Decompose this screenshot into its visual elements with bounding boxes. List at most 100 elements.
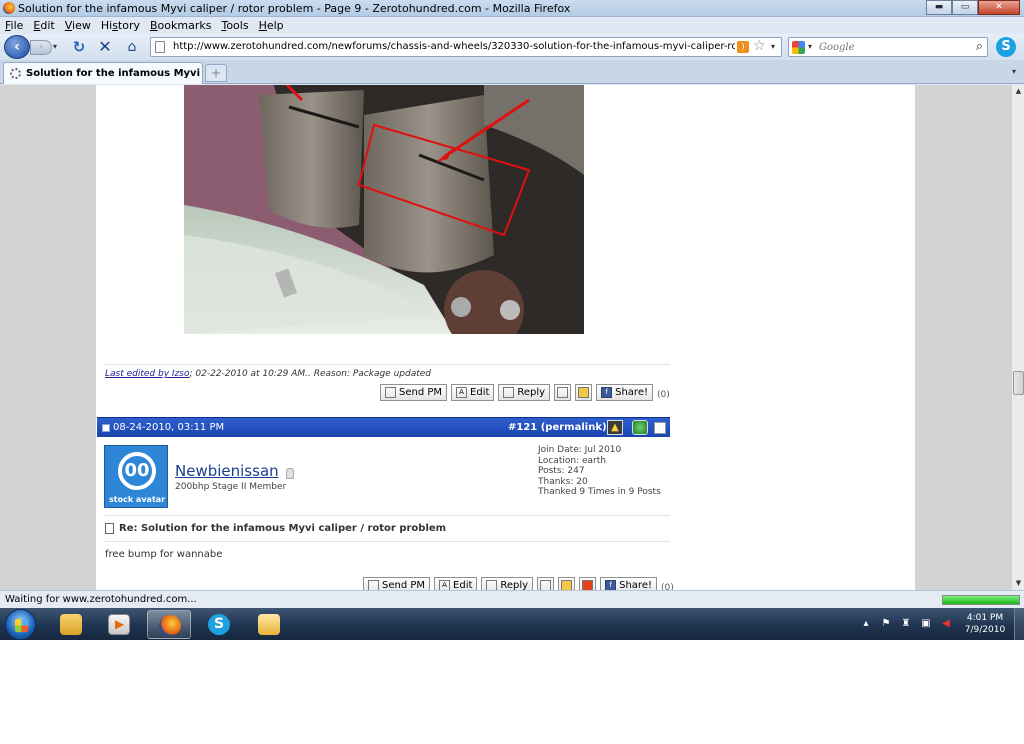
edit-icon: A xyxy=(439,580,451,590)
menu-file[interactable]: File xyxy=(5,17,23,34)
username-link[interactable]: Newbienissan xyxy=(175,462,279,480)
mail-icon xyxy=(258,614,280,635)
clock-date: 7/9/2010 xyxy=(964,625,1006,635)
back-button[interactable]: ‹ xyxy=(4,35,30,59)
scroll-up-icon[interactable]: ▲ xyxy=(1012,85,1024,98)
join-date: Join Date: Jul 2010 xyxy=(538,445,622,455)
quick-edit-button[interactable] xyxy=(558,577,576,590)
avatar[interactable]: 00 stock avatar xyxy=(104,445,168,508)
menu-view[interactable]: View xyxy=(65,17,91,34)
brake-pad-photo xyxy=(184,85,584,334)
report-post-icon[interactable]: ▲ xyxy=(607,420,623,435)
report-button[interactable] xyxy=(579,577,597,590)
menu-bar: File Edit View History Bookmarks Tools H… xyxy=(0,17,1024,34)
post-title-text: Re: Solution for the infamous Myvi calip… xyxy=(119,523,447,534)
permalink-link[interactable]: #121 (permalink) xyxy=(508,422,607,433)
prev-post-action-bar: Send PM A Edit Reply f Share! (0) xyxy=(380,384,670,401)
avatar-caption: stock avatar xyxy=(109,495,166,504)
skype-taskbar-button[interactable]: S xyxy=(197,610,241,639)
clock[interactable]: 4:01 PM 7/9/2010 xyxy=(955,612,1015,636)
search-input[interactable] xyxy=(819,40,969,54)
tab-active[interactable]: Solution for the infamous Myvi calipe... xyxy=(3,62,203,84)
thanked-count: Thanked 9 Times in 9 Posts xyxy=(538,487,661,497)
home-icon[interactable]: ⌂ xyxy=(123,38,141,56)
url-dropdown-icon[interactable]: ▾ xyxy=(771,42,775,51)
last-edited-text: ; 02-22-2010 at 10:29 AM.. Reason: Packa… xyxy=(189,369,431,379)
location: Location: earth xyxy=(538,455,606,466)
user-title: 200bhp Stage II Member xyxy=(175,482,287,492)
bookmark-star-icon[interactable]: ☆ xyxy=(753,38,766,54)
quick-edit-button[interactable] xyxy=(575,384,593,401)
page-viewport: Last edited by Izso; 02-22-2010 at 10:29… xyxy=(0,85,1011,590)
history-dropdown-icon[interactable]: ▾ xyxy=(53,42,57,51)
progress-fill xyxy=(943,596,1019,604)
reply-button[interactable]: Reply xyxy=(481,577,534,590)
user-reputation-icon[interactable] xyxy=(632,420,648,435)
share-button[interactable]: f Share! xyxy=(600,577,657,590)
share-count: (0) xyxy=(656,390,670,400)
scroll-down-icon[interactable]: ▼ xyxy=(1012,577,1024,590)
antivirus-icon[interactable]: ♜ xyxy=(900,618,912,630)
menu-history[interactable]: History xyxy=(101,17,140,34)
show-desktop-button[interactable] xyxy=(1014,608,1024,640)
skype-toolbar-icon[interactable]: S xyxy=(996,37,1016,57)
select-post-checkbox[interactable] xyxy=(654,422,666,434)
forum-page: Last edited by Izso; 02-22-2010 at 10:29… xyxy=(96,85,915,590)
reply-button[interactable]: Reply xyxy=(498,384,551,401)
edit-button[interactable]: A Edit xyxy=(434,577,478,590)
multiquote-button[interactable] xyxy=(537,577,555,590)
menu-edit[interactable]: Edit xyxy=(33,17,54,34)
network-icon[interactable]: ▣ xyxy=(920,618,932,630)
navigation-toolbar: ‹ › ▾ ↻ ✕ ⌂ http://www.zerotohundred.com… xyxy=(0,34,1024,60)
share-button[interactable]: f Share! xyxy=(596,384,653,401)
minimize-button[interactable]: ▬ xyxy=(926,0,952,15)
multiquote-button[interactable] xyxy=(554,384,572,401)
volume-muted-icon[interactable]: ◀ xyxy=(940,618,952,630)
menu-tools[interactable]: Tools xyxy=(221,17,248,34)
action-center-flag-icon[interactable]: ⚑ xyxy=(880,618,892,630)
media-player-taskbar-button[interactable] xyxy=(97,610,141,639)
share-count: (0) xyxy=(660,583,674,590)
avatar-logo: 00 xyxy=(118,452,156,490)
multiquote-icon xyxy=(557,387,569,398)
google-icon[interactable] xyxy=(792,41,805,54)
pencil-icon xyxy=(561,580,573,590)
send-pm-button[interactable]: Send PM xyxy=(363,577,431,590)
address-bar[interactable]: http://www.zerotohundred.com/newforums/c… xyxy=(150,37,782,57)
last-edited-link[interactable]: Last edited by Izso xyxy=(105,369,189,379)
menu-help[interactable]: Help xyxy=(259,17,284,34)
edit-button[interactable]: A Edit xyxy=(451,384,495,401)
send-pm-icon xyxy=(385,387,396,398)
firefox-taskbar-button[interactable] xyxy=(147,610,191,639)
maximize-button[interactable]: ▭ xyxy=(952,0,978,15)
edit-icon: A xyxy=(456,387,468,398)
search-bar: ▾ ⌕ xyxy=(788,37,988,57)
rss-icon[interactable]: ) xyxy=(737,41,749,53)
loading-spinner-icon xyxy=(10,68,21,79)
close-button[interactable]: ✕ xyxy=(978,0,1020,15)
status-text: Waiting for www.zerotohundred.com... xyxy=(5,594,197,605)
stop-icon[interactable]: ✕ xyxy=(96,38,114,56)
new-tab-button[interactable]: + xyxy=(205,64,227,82)
search-icon[interactable]: ⌕ xyxy=(976,39,983,54)
clock-time: 4:01 PM xyxy=(966,613,1004,623)
address-input[interactable]: http://www.zerotohundred.com/newforums/c… xyxy=(173,41,735,52)
start-button[interactable] xyxy=(5,609,36,640)
windows-logo-icon xyxy=(15,619,28,632)
forward-button[interactable]: › xyxy=(30,40,52,55)
facebook-icon: f xyxy=(601,387,613,398)
post-title: Re: Solution for the infamous Myvi calip… xyxy=(105,523,446,534)
facebook-icon: f xyxy=(605,580,617,590)
menu-bookmarks[interactable]: Bookmarks xyxy=(150,17,211,34)
vertical-scrollbar[interactable]: ▲ ▼ xyxy=(1011,85,1024,590)
search-engine-dropdown-icon[interactable]: ▾ xyxy=(808,42,812,51)
show-hidden-icons-icon[interactable]: ▴ xyxy=(860,618,872,630)
mail-taskbar-button[interactable] xyxy=(247,610,291,639)
user-stats: Join Date: Jul 2010 Location: earth Post… xyxy=(538,445,661,498)
reload-icon[interactable]: ↻ xyxy=(70,38,88,56)
scrollbar-thumb[interactable] xyxy=(1013,371,1024,395)
explorer-taskbar-button[interactable] xyxy=(49,610,93,639)
send-pm-button[interactable]: Send PM xyxy=(380,384,448,401)
firefox-icon xyxy=(3,2,15,14)
tab-list-dropdown-icon[interactable]: ▾ xyxy=(1007,64,1021,80)
